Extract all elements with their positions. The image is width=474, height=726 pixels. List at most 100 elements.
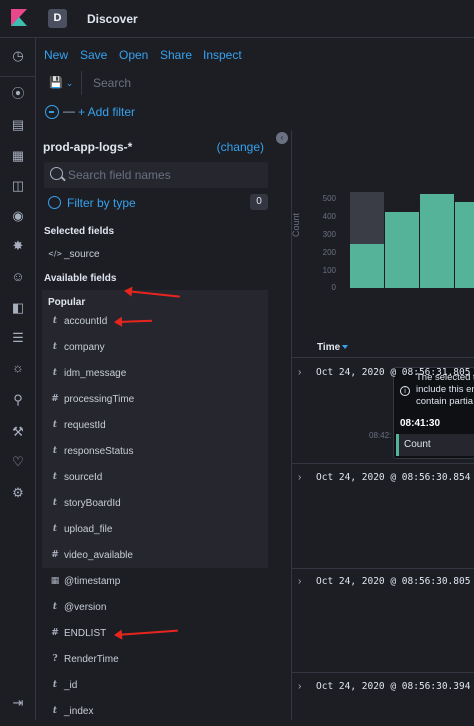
field-item[interactable]: # video_available <box>42 544 268 570</box>
chevron-right-icon[interactable]: › <box>298 681 301 692</box>
field-name: _id <box>64 680 78 691</box>
filter-count-badge: 0 <box>250 194 268 210</box>
filter-bar: — + Add filter <box>36 100 474 124</box>
maps-icon[interactable]: ◉ <box>8 206 28 226</box>
index-pattern-title: prod-app-logs-* <box>43 140 133 154</box>
field-name: video_available <box>64 550 133 561</box>
space-avatar[interactable]: D <box>48 9 67 28</box>
collapse-sidebar-button[interactable]: ‹ <box>276 132 288 144</box>
chart-bar[interactable] <box>385 212 419 288</box>
canvas-icon[interactable]: ◫ <box>8 176 28 196</box>
filter-separator: — <box>63 104 75 118</box>
inspect-button[interactable]: Inspect <box>203 48 242 62</box>
field-item[interactable]: t _id <box>42 674 268 700</box>
chart-bar[interactable] <box>420 194 454 288</box>
field-item[interactable]: # ENDLIST <box>42 622 268 648</box>
compass-icon[interactable]: ⦿ <box>8 84 28 104</box>
add-filter-button[interactable]: + Add filter <box>78 105 135 119</box>
table-header-divider <box>292 357 474 358</box>
field-search-input[interactable] <box>68 166 258 184</box>
filter-options-icon[interactable] <box>45 105 59 119</box>
expand-nav-icon[interactable]: ⇥ <box>8 693 28 713</box>
field-name: accountId <box>64 316 108 327</box>
tooltip-text: contain partia <box>416 396 474 407</box>
clock-icon[interactable]: ◷ <box>8 46 28 66</box>
y-tick-label: 400 <box>322 212 336 221</box>
y-tick-label: 300 <box>322 230 336 239</box>
top-bar: D Discover <box>0 0 474 38</box>
field-item[interactable]: </> _source <box>42 243 268 269</box>
field-search <box>44 162 268 188</box>
dashboard-icon[interactable]: ▦ <box>8 146 28 166</box>
field-name: responseStatus <box>64 446 134 457</box>
field-sidebar: prod-app-logs-* (change) Filter by type … <box>36 130 276 720</box>
field-name: _source <box>64 249 100 260</box>
lock-icon[interactable]: ⚲ <box>8 390 28 410</box>
chart-bar[interactable] <box>455 201 474 288</box>
chevron-right-icon[interactable]: › <box>298 472 301 483</box>
kibana-logo-icon[interactable] <box>9 8 29 28</box>
rail-divider <box>0 76 36 77</box>
timestamp-cell: Oct 24, 2020 @ 08:56:31.805 <box>316 367 471 378</box>
field-item[interactable]: t storyBoardId <box>42 492 268 518</box>
timestamp-cell: Oct 24, 2020 @ 08:56:30.805 <box>316 576 471 587</box>
date-type-icon: ▦ <box>50 576 60 586</box>
field-item[interactable]: ▦ @timestamp <box>42 570 268 596</box>
field-name: company <box>64 342 105 353</box>
users-icon[interactable]: ☺ <box>8 267 28 287</box>
field-item[interactable]: t responseStatus <box>42 440 268 466</box>
string-type-icon: t <box>52 524 58 534</box>
change-index-link[interactable]: (change) <box>217 140 264 154</box>
new-button[interactable]: New <box>44 48 68 62</box>
field-name: @timestamp <box>64 576 121 587</box>
chevron-right-icon[interactable]: › <box>298 576 301 587</box>
field-name: ENDLIST <box>64 628 107 639</box>
heartbeat-icon[interactable]: ♡ <box>8 452 28 472</box>
logs-icon[interactable]: ◧ <box>8 298 28 318</box>
apm-icon[interactable]: ☰ <box>8 328 28 348</box>
share-button[interactable]: Share <box>160 48 192 62</box>
y-tick-label: 500 <box>322 194 336 203</box>
chevron-right-icon[interactable]: › <box>298 367 301 378</box>
string-type-icon: t <box>52 446 58 456</box>
field-item[interactable]: ? RenderTime <box>42 648 268 674</box>
field-item[interactable]: t idm_message <box>42 362 268 388</box>
filter-by-type-label: Filter by type <box>67 196 136 210</box>
time-column-header[interactable]: Time <box>317 342 340 353</box>
field-item[interactable]: # processingTime <box>42 388 268 414</box>
ml-icon[interactable]: ✸ <box>8 236 28 256</box>
app-title: Discover <box>87 12 138 26</box>
devtools-icon[interactable]: ⚒ <box>8 422 28 442</box>
code-icon: </> <box>48 249 63 258</box>
gear-icon[interactable]: ⚙ <box>8 483 28 503</box>
field-item[interactable]: t upload_file <box>42 518 268 544</box>
save-button[interactable]: Save <box>80 48 107 62</box>
chart-bar[interactable] <box>350 192 384 288</box>
field-name: processingTime <box>64 394 135 405</box>
sort-down-icon[interactable] <box>342 345 348 349</box>
uptime-icon[interactable]: ☼ <box>8 358 28 378</box>
number-type-icon: # <box>51 394 59 404</box>
filter-by-type-button[interactable]: Filter by type 0 <box>48 194 268 212</box>
y-axis-label: Count <box>291 212 301 237</box>
string-type-icon: t <box>52 680 58 690</box>
search-input[interactable] <box>86 71 470 95</box>
saved-query-button[interactable]: 💾 ⌄ <box>44 71 82 95</box>
field-item[interactable]: t company <box>42 336 268 362</box>
visualize-icon[interactable]: ▤ <box>8 115 28 135</box>
string-type-icon: t <box>52 472 58 482</box>
row-divider <box>292 672 474 673</box>
field-item[interactable]: t accountId <box>42 310 268 336</box>
field-name: _index <box>64 706 94 717</box>
popular-title: Popular <box>48 297 86 308</box>
field-item[interactable]: t _index <box>42 700 268 726</box>
x-tick-label: 08:42: <box>369 431 392 440</box>
field-item[interactable]: t @version <box>42 596 268 622</box>
chart-tooltip: The selected t include this en contain p… <box>393 367 474 459</box>
field-item[interactable]: t requestId <box>42 414 268 440</box>
string-type-icon: t <box>52 498 58 508</box>
open-button[interactable]: Open <box>119 48 148 62</box>
available-fields-title: Available fields <box>44 273 117 284</box>
timestamp-cell: Oct 24, 2020 @ 08:56:30.854 <box>316 472 471 483</box>
field-item[interactable]: t sourceId <box>42 466 268 492</box>
